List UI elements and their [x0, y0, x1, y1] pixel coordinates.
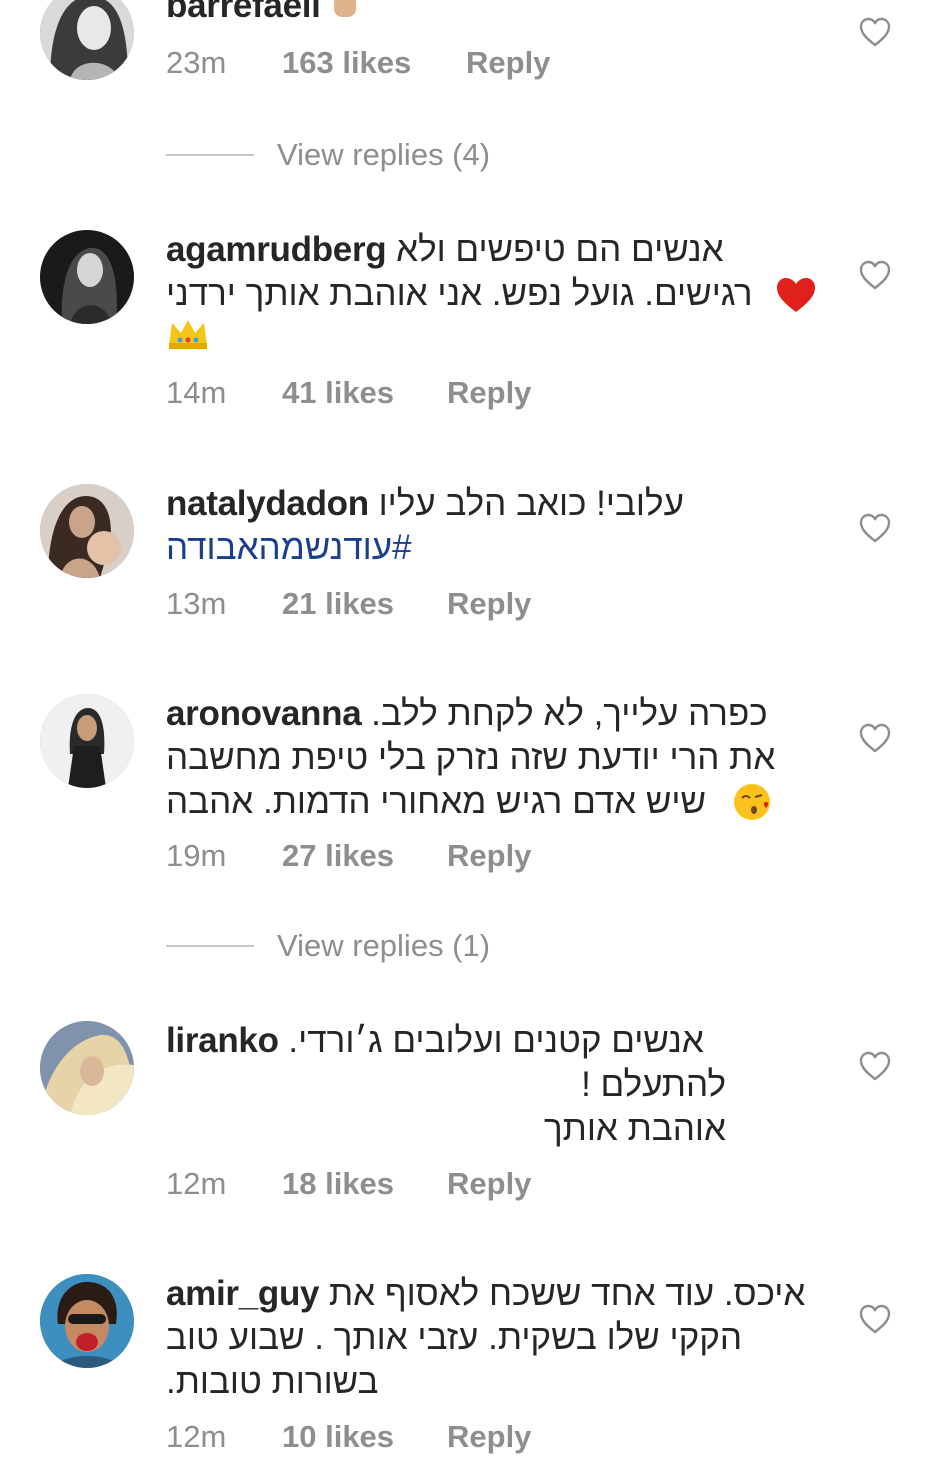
comment-likes[interactable]: 21 likes — [282, 584, 394, 624]
avatar[interactable] — [40, 694, 134, 788]
avatar[interactable] — [40, 484, 134, 578]
view-replies-button[interactable]: View replies (4) — [166, 135, 506, 175]
comment-text: שיש אדם רגיש מאחורי הדמות. אהבה — [166, 782, 707, 821]
comment-username[interactable]: liranko — [166, 1021, 279, 1060]
reply-button[interactable]: Reply — [447, 373, 531, 413]
comment-text: איכס. עוד אחד ששכח לאסוף את — [328, 1274, 806, 1313]
comment-username[interactable]: amir_guy — [166, 1274, 320, 1313]
comment-text: הקקי שלו בשקית. עזבי אותך . שבוע טוב — [166, 1318, 743, 1357]
comment-username[interactable]: natalydadon — [166, 484, 369, 523]
avatar[interactable] — [40, 1274, 134, 1368]
comment-time: 13m — [166, 586, 227, 621]
avatar-photo-woman — [40, 694, 134, 788]
avatar-photo-woman — [40, 230, 134, 324]
comment-time: 19m — [166, 838, 227, 873]
reply-button[interactable]: Reply — [447, 1164, 531, 1204]
comment-likes[interactable]: 27 likes — [282, 836, 394, 876]
avatar[interactable] — [40, 1021, 134, 1115]
comment-time: 23m — [166, 45, 227, 80]
crown-emoji — [166, 317, 210, 362]
comment-likes[interactable]: 10 likes — [282, 1417, 394, 1457]
avatar[interactable] — [40, 0, 134, 80]
avatar-photo-man — [40, 1274, 134, 1368]
comment-time: 14m — [166, 375, 227, 410]
like-heart-icon[interactable] — [858, 512, 892, 544]
divider — [166, 154, 254, 156]
comment-username[interactable]: barrefaeli — [166, 0, 321, 25]
comment-text: כפרה עלייך, לא לקחת ללב. — [371, 694, 768, 733]
reply-button[interactable]: Reply — [466, 43, 550, 83]
hashtag-link[interactable]: #עודנשמהאבודה — [166, 528, 412, 567]
like-heart-icon[interactable] — [858, 1050, 892, 1082]
reply-button[interactable]: Reply — [447, 1417, 531, 1457]
comment-text: להתעלם ! — [581, 1065, 726, 1104]
view-replies-label: View replies (4) — [277, 137, 491, 172]
reply-button[interactable]: Reply — [447, 584, 531, 624]
comment-text: בשורות טובות. — [166, 1362, 379, 1401]
comment-text: רגישים. גועל נפש. אני אוהבת אותך ירדני — [166, 274, 753, 313]
comment-text: אוהבת אותך — [543, 1109, 726, 1148]
comment-text: עלובי! כואב הלב עליו — [378, 484, 684, 523]
comment-text: אנשים קטנים ועלובים ג׳ורדי. — [288, 1021, 704, 1060]
view-replies-button[interactable]: View replies (1) — [166, 926, 506, 966]
divider — [166, 945, 254, 947]
comment-likes[interactable]: 163 likes — [282, 43, 411, 83]
avatar-photo-blonde — [40, 1021, 134, 1115]
kiss-emoji — [732, 782, 774, 833]
comment-likes[interactable]: 18 likes — [282, 1164, 394, 1204]
comment-text: את הרי יודעת שזה נזרק בלי טיפת מחשבה — [166, 738, 776, 777]
view-replies-label: View replies (1) — [277, 928, 491, 963]
avatar[interactable] — [40, 230, 134, 324]
like-heart-icon[interactable] — [858, 259, 892, 291]
like-heart-icon[interactable] — [858, 1303, 892, 1335]
hand-emoji — [330, 0, 360, 30]
like-heart-icon[interactable] — [858, 722, 892, 754]
comment-likes[interactable]: 41 likes — [282, 373, 394, 413]
comment-username[interactable]: aronovanna — [166, 694, 362, 733]
comment-text: אנשים הם טיפשים ולא — [396, 230, 724, 269]
reply-button[interactable]: Reply — [447, 836, 531, 876]
avatar-photo-mother-baby — [40, 484, 134, 578]
comment-time: 12m — [166, 1419, 227, 1454]
comment-time: 12m — [166, 1166, 227, 1201]
like-heart-icon[interactable] — [858, 16, 892, 48]
avatar-photo-woman — [40, 0, 134, 80]
comment-username[interactable]: agamrudberg — [166, 230, 387, 269]
red-heart-emoji — [774, 276, 818, 325]
